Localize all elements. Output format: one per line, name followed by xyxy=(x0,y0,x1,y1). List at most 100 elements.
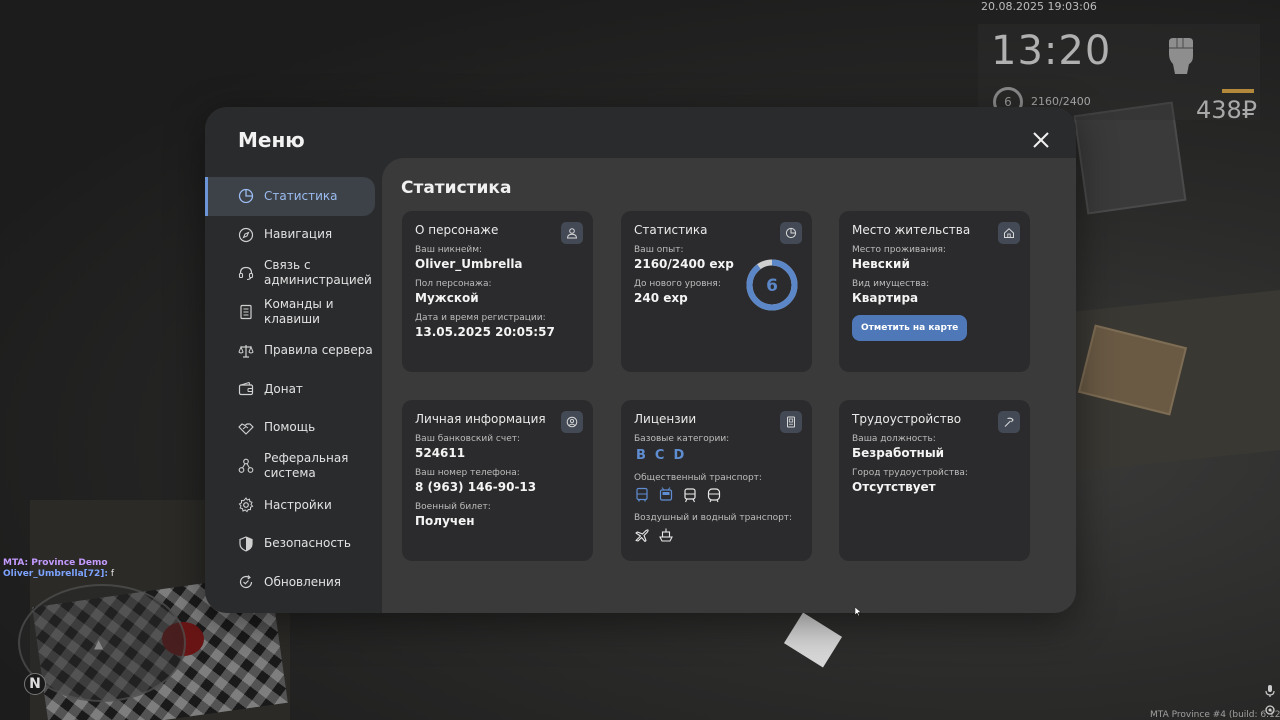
base-categories-label: Базовые категории: xyxy=(634,434,730,444)
level-number: 6 xyxy=(766,276,778,296)
sidebar-item-commands[interactable]: Команды и клавиши xyxy=(205,293,375,332)
headset-icon xyxy=(238,267,254,281)
menu-window: Меню Статистика Навигация Связь с админи… xyxy=(205,107,1076,613)
property-type-label: Вид имущества: xyxy=(852,279,930,289)
residence-place-value: Невский xyxy=(852,257,910,271)
sidebar-item-label: Реферальная система xyxy=(264,451,349,481)
card-badge xyxy=(780,222,802,244)
nickname-value: Oliver_Umbrella xyxy=(415,257,523,271)
bank-account-value: 524611 xyxy=(415,446,466,460)
compass-icon xyxy=(238,227,254,242)
card-badge xyxy=(561,222,583,244)
referral-icon xyxy=(238,459,254,474)
sidebar-item-settings[interactable]: Настройки xyxy=(205,486,375,525)
tram-icon xyxy=(684,488,696,503)
sidebar-item-label: Настройки xyxy=(264,497,332,512)
chat-text: f xyxy=(108,569,115,579)
exp-label: Ваш опыт: xyxy=(634,245,684,255)
military-id-value: Получен xyxy=(415,514,475,528)
mark-on-map-button[interactable]: Отметить на карте xyxy=(852,315,968,341)
card-title: Место жительства xyxy=(852,223,971,237)
nickname-label: Ваш никнейм: xyxy=(415,245,483,255)
license-card-icon xyxy=(787,416,795,428)
close-icon[interactable] xyxy=(1031,130,1051,150)
sidebar-item-contact-admin[interactable]: Связь с администрацией xyxy=(205,254,375,293)
card-title: Лицензии xyxy=(634,412,697,426)
sidebar-item-statistics[interactable]: Статистика xyxy=(205,177,375,216)
card-employment: Трудоустройство Ваша должность: Безработ… xyxy=(839,400,1030,561)
update-icon xyxy=(239,575,253,589)
air-water-transport-label: Воздушный и водный транспорт: xyxy=(634,513,793,523)
sidebar-item-label: Помощь xyxy=(264,420,316,435)
card-badge xyxy=(561,411,583,433)
north-icon: N xyxy=(24,673,46,695)
registration-label: Дата и время регистрации: xyxy=(415,313,546,323)
fist-icon xyxy=(1169,38,1193,74)
public-transport-label: Общественный транспорт: xyxy=(634,473,762,483)
sidebar-item-donate[interactable]: Донат xyxy=(205,370,375,409)
sidebar-item-help[interactable]: Помощь xyxy=(205,409,375,448)
gender-value: Мужской xyxy=(415,291,479,305)
pie-chart-icon xyxy=(785,227,797,239)
gender-label: Пол персонажа: xyxy=(415,279,492,289)
content-panel: Статистика О персонаже Ваш никнейм: Oliv… xyxy=(382,158,1076,613)
card-residence: Место жительства Место проживания: Невск… xyxy=(839,211,1030,372)
shield-icon xyxy=(239,535,253,552)
chat-box: MTA: Province Demo Oliver_Umbrella[72]: … xyxy=(3,558,114,580)
ship-icon xyxy=(659,528,673,542)
bus-icon xyxy=(636,487,648,502)
position-label: Ваша должность: xyxy=(852,434,936,444)
card-statistics: Статистика Ваш опыт: 2160/2400 exp До но… xyxy=(621,211,812,372)
chat-line: MTA: Province Demo xyxy=(3,558,108,568)
card-title: Личная информация xyxy=(415,412,546,426)
license-category: C xyxy=(654,448,665,463)
sidebar-item-label: Навигация xyxy=(264,227,333,242)
employment-city-value: Отсутствует xyxy=(852,480,936,494)
card-badge xyxy=(998,411,1020,433)
pickaxe-icon xyxy=(1004,417,1014,427)
mouse-cursor-icon xyxy=(855,607,861,616)
metro-icon xyxy=(707,488,721,503)
card-character: О персонаже Ваш никнейм: Oliver_Umbrella… xyxy=(402,211,593,372)
voice-settings-icon xyxy=(1265,705,1275,715)
card-licenses: Лицензии Базовые категории: B C D Общест… xyxy=(621,400,812,561)
sidebar-item-label: Правила сервера xyxy=(264,343,373,358)
sidebar-item-label: Статистика xyxy=(264,188,338,203)
air-water-transport-icons xyxy=(634,527,799,543)
sidebar-item-label: Безопасность xyxy=(264,536,351,551)
scales-icon xyxy=(238,344,254,358)
sidebar-item-updates[interactable]: Обновления xyxy=(205,563,375,602)
hud-bar xyxy=(1222,89,1254,93)
sidebar-item-label: Команды и клавиши xyxy=(264,297,334,327)
document-icon xyxy=(240,304,252,320)
sidebar-item-referral[interactable]: Реферальная система xyxy=(205,447,375,486)
phone-label: Ваш номер телефона: xyxy=(415,468,520,478)
hud-money: 438₽ xyxy=(1196,96,1258,124)
hud-clock: 13:20 xyxy=(991,28,1112,74)
sidebar-item-label: Донат xyxy=(264,381,303,396)
page-title: Статистика xyxy=(401,178,512,198)
employment-city-label: Город трудоустройства: xyxy=(852,468,968,478)
sidebar-item-rules[interactable]: Правила сервера xyxy=(205,331,375,370)
sidebar-item-security[interactable]: Безопасность xyxy=(205,524,375,563)
sidebar-item-navigation[interactable]: Навигация xyxy=(205,216,375,255)
hud-datetime: 20.08.2025 19:03:06 xyxy=(981,0,1097,13)
user-icon xyxy=(566,228,578,239)
phone-value: 8 (963) 146-90-13 xyxy=(415,480,537,494)
registration-value: 13.05.2025 20:05:57 xyxy=(415,325,555,339)
sidebar-item-label: Обновления xyxy=(264,574,342,589)
military-id-label: Военный билет: xyxy=(415,502,491,512)
card-title: Трудоустройство xyxy=(852,412,962,426)
bank-account-label: Ваш банковский счет: xyxy=(415,434,521,444)
sidebar-item-label: Связь с администрацией xyxy=(264,258,372,288)
property-type-value: Квартира xyxy=(852,291,919,305)
sidebar: Статистика Навигация Связь с администрац… xyxy=(205,177,381,602)
license-category: B xyxy=(636,448,646,463)
menu-title: Меню xyxy=(238,128,305,152)
handshake-icon xyxy=(238,423,254,435)
card-personal-info: Личная информация Ваш банковский счет: 5… xyxy=(402,400,593,561)
home-icon xyxy=(1004,228,1014,238)
user-circle-icon xyxy=(566,416,578,428)
airplane-icon xyxy=(635,529,649,543)
gear-icon xyxy=(238,497,254,513)
